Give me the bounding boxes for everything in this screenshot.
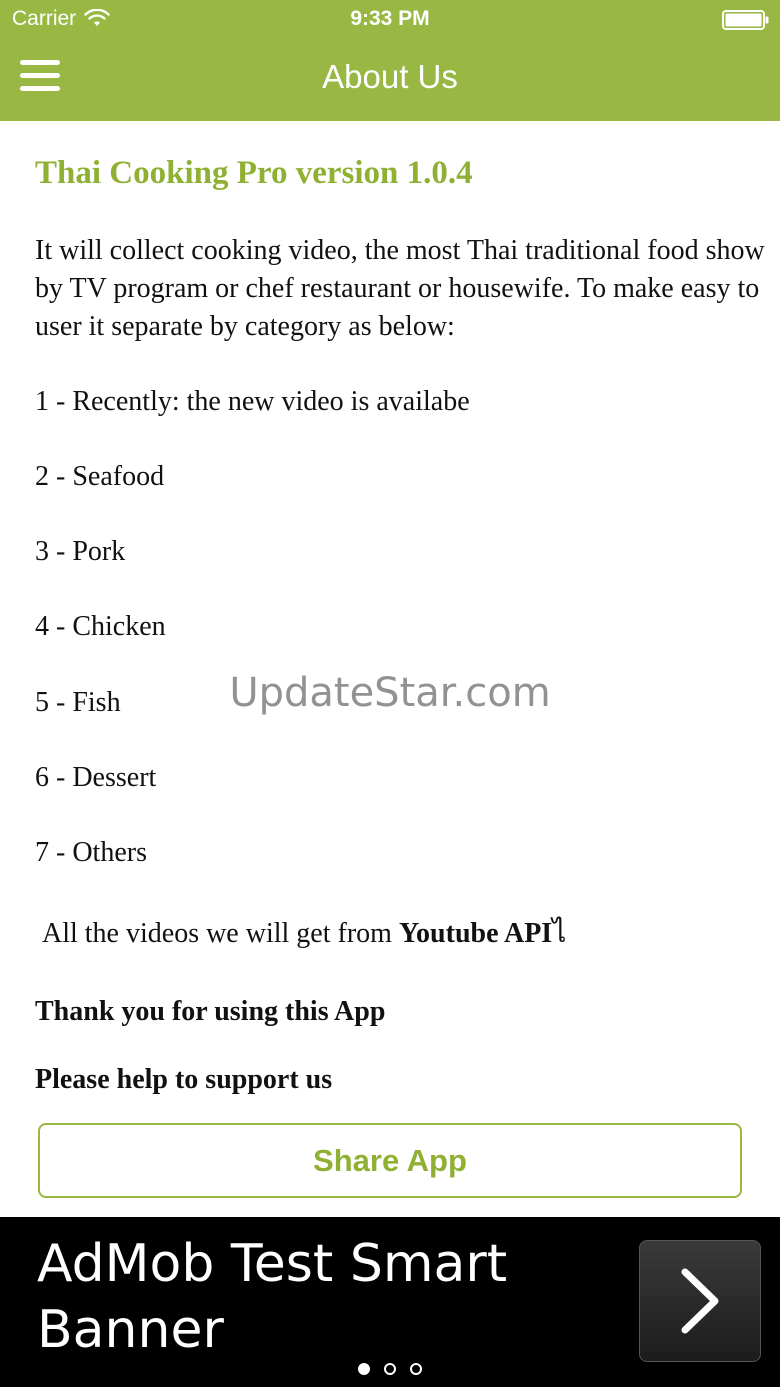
ad-text: AdMob Test Smart Banner (37, 1234, 508, 1360)
page-dot (358, 1363, 370, 1375)
share-app-button[interactable]: Share App (38, 1123, 742, 1198)
status-time: 9:33 PM (350, 7, 430, 30)
videos-note-suffix: ไ (552, 918, 567, 949)
battery-icon (722, 10, 769, 30)
ad-banner[interactable]: AdMob Test Smart Banner (0, 1217, 780, 1387)
ad-page-indicator (0, 1363, 780, 1375)
videos-note-source: Youtube API (398, 918, 553, 949)
page-dot (384, 1363, 396, 1375)
category-item: 7 - Others (35, 837, 147, 868)
page-dot (410, 1363, 422, 1375)
header: Carrier 9:33 PM About Us (0, 0, 780, 121)
nav-bar: About Us (0, 40, 780, 121)
videos-source-note: All the videos we will get from Youtube … (42, 911, 566, 955)
category-item: 5 - Fish (35, 687, 121, 718)
videos-note-prefix: All the videos we will get from (42, 918, 399, 949)
category-item: 1 - Recently: the new video is availabe (35, 386, 470, 417)
category-item: 6 - Dessert (35, 762, 157, 793)
app-version-title: Thai Cooking Pro version 1.0.4 (35, 155, 473, 191)
category-item: 2 - Seafood (35, 461, 165, 492)
support-text: Please help to support us (35, 1064, 333, 1095)
category-item: 3 - Pork (35, 536, 126, 567)
category-item: 4 - Chicken (35, 611, 166, 642)
page-title: About Us (322, 58, 458, 95)
ad-open-button[interactable] (639, 1240, 761, 1362)
intro-text: It will collect cooking video, the most … (35, 235, 765, 342)
status-bar: Carrier 9:33 PM (0, 0, 780, 40)
thanks-text: Thank you for using this App (35, 996, 386, 1027)
chevron-right-icon (681, 1268, 719, 1334)
